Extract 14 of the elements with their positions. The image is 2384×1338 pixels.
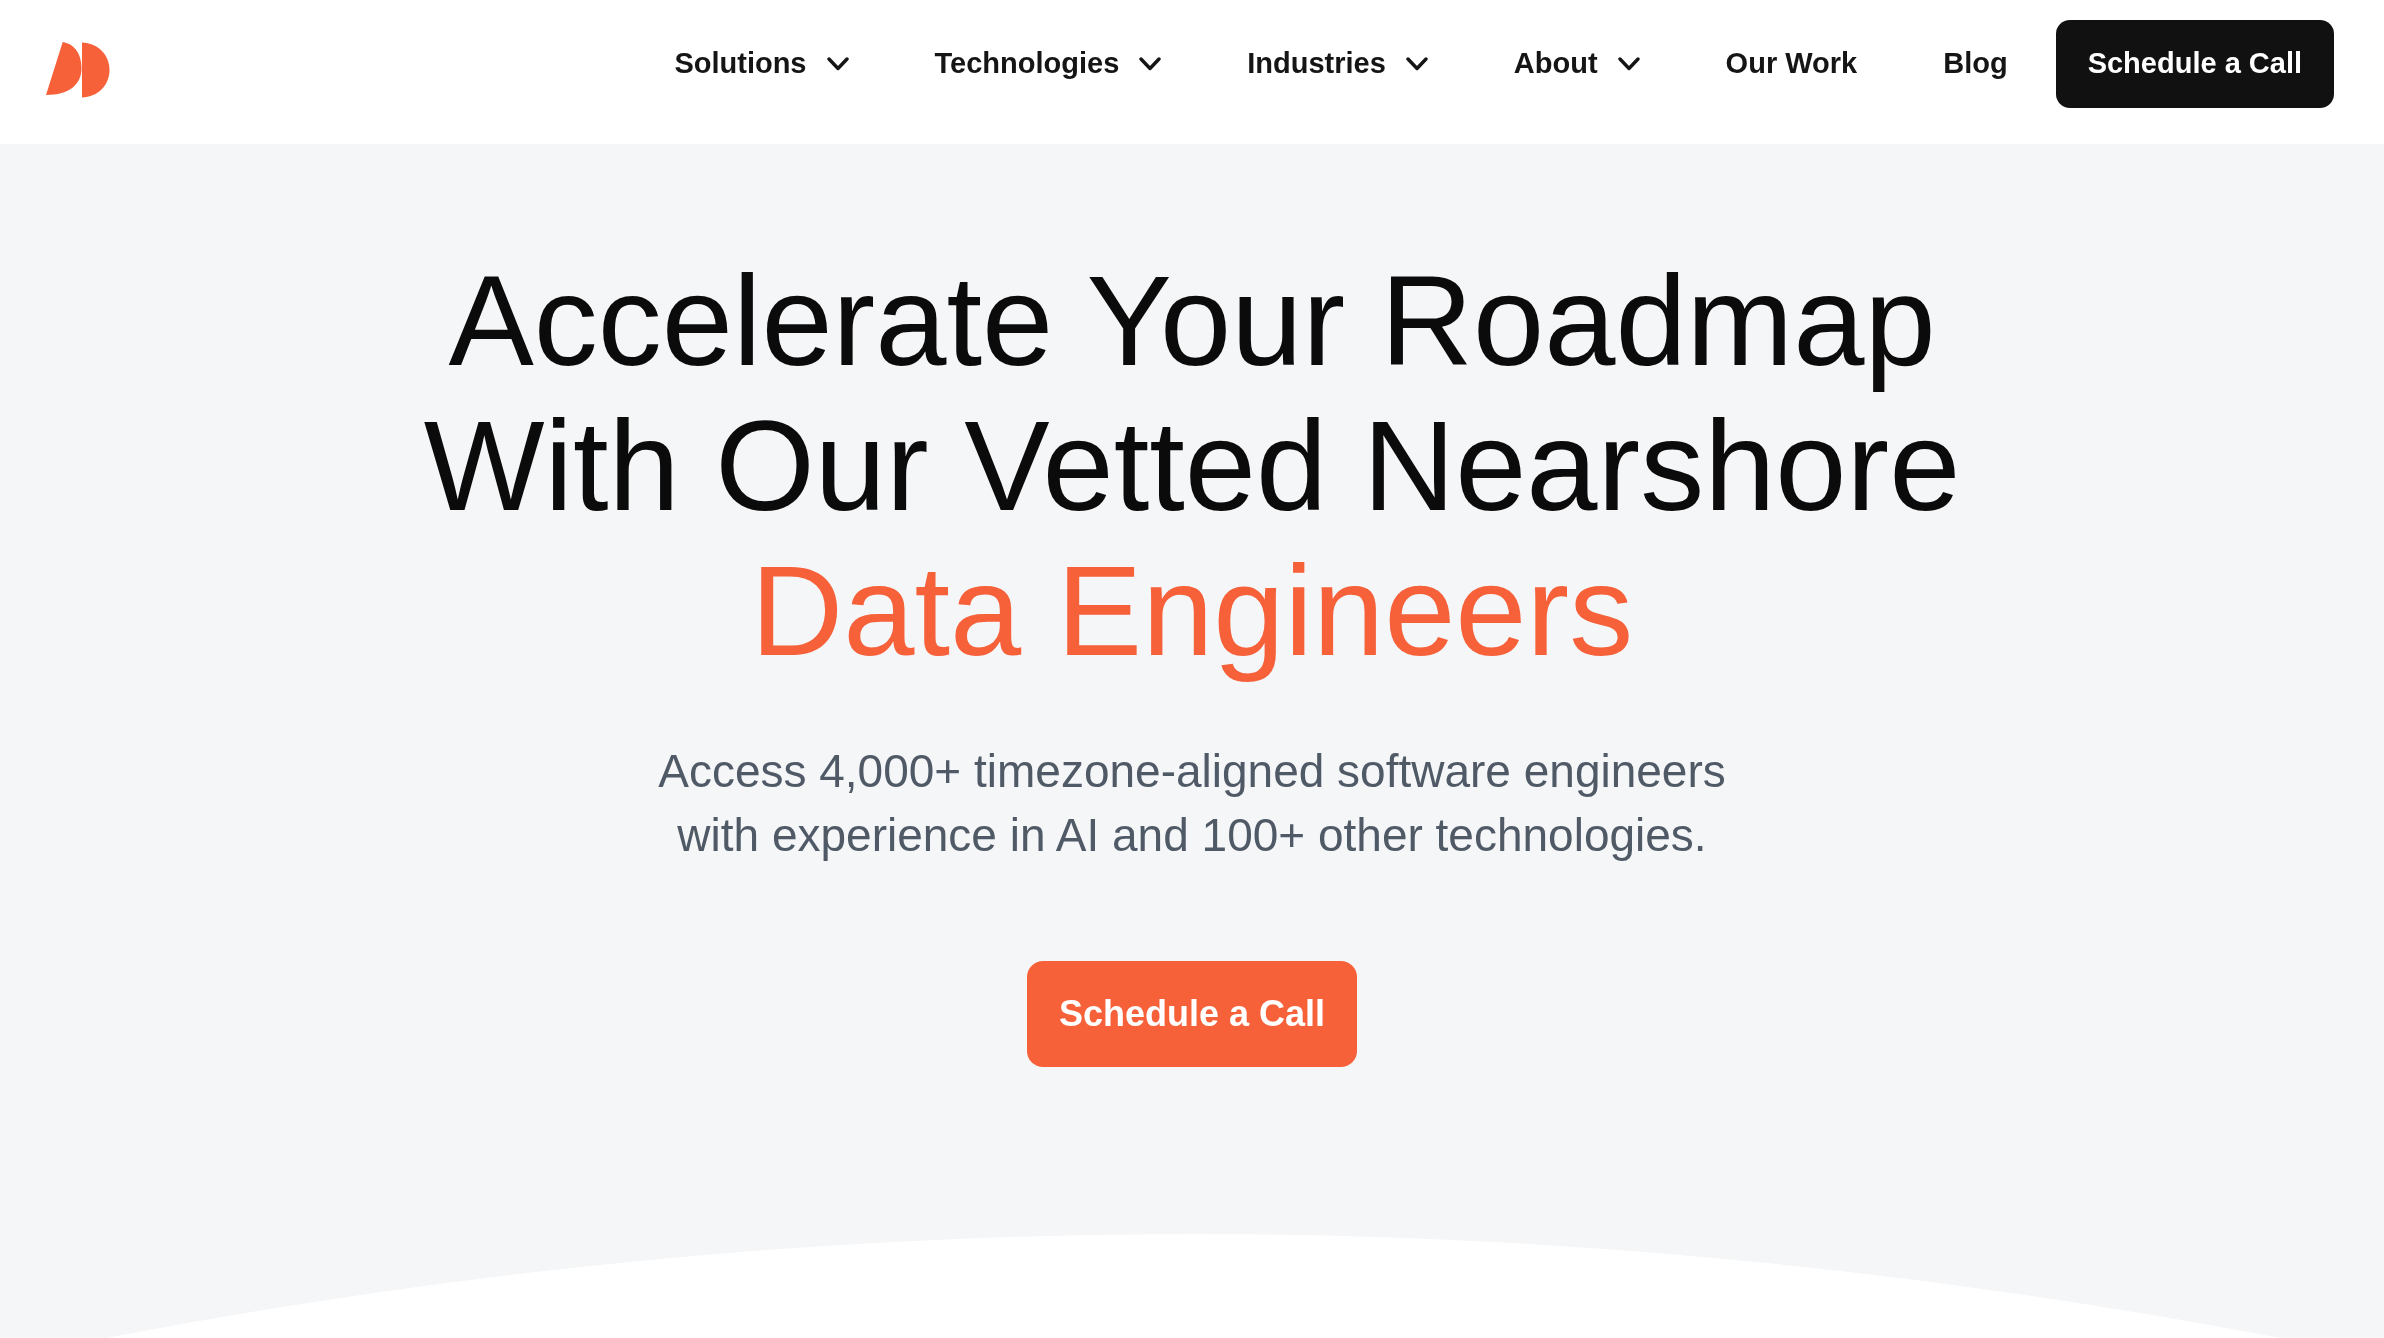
hero-heading: Accelerate Your Roadmap With Our Vetted Nearshore Data Engineers xyxy=(423,248,1961,683)
nav-menu-button[interactable]: Industries xyxy=(1247,42,1428,86)
schedule-call-button[interactable]: Schedule a Call xyxy=(2055,20,2334,108)
chevron-down-icon xyxy=(1617,57,1640,71)
nav-menu-button[interactable]: Technologies xyxy=(934,42,1162,86)
nav-menu-button[interactable]: Solutions xyxy=(674,42,849,86)
hero-subtitle: Access 4,000+ timezone-aligned software engineers with experience in AI and 100+ other technologies. xyxy=(658,744,1726,863)
nav-link[interactable]: Blog xyxy=(1943,42,2008,86)
nav-link[interactable]: Our Work xyxy=(1725,42,1858,86)
chevron-down-icon xyxy=(826,57,849,71)
logo-icon[interactable] xyxy=(46,42,110,98)
nav-menu-button[interactable]: About xyxy=(1513,42,1640,86)
chevron-down-icon xyxy=(1139,57,1162,71)
chevron-down-icon xyxy=(1405,57,1428,71)
